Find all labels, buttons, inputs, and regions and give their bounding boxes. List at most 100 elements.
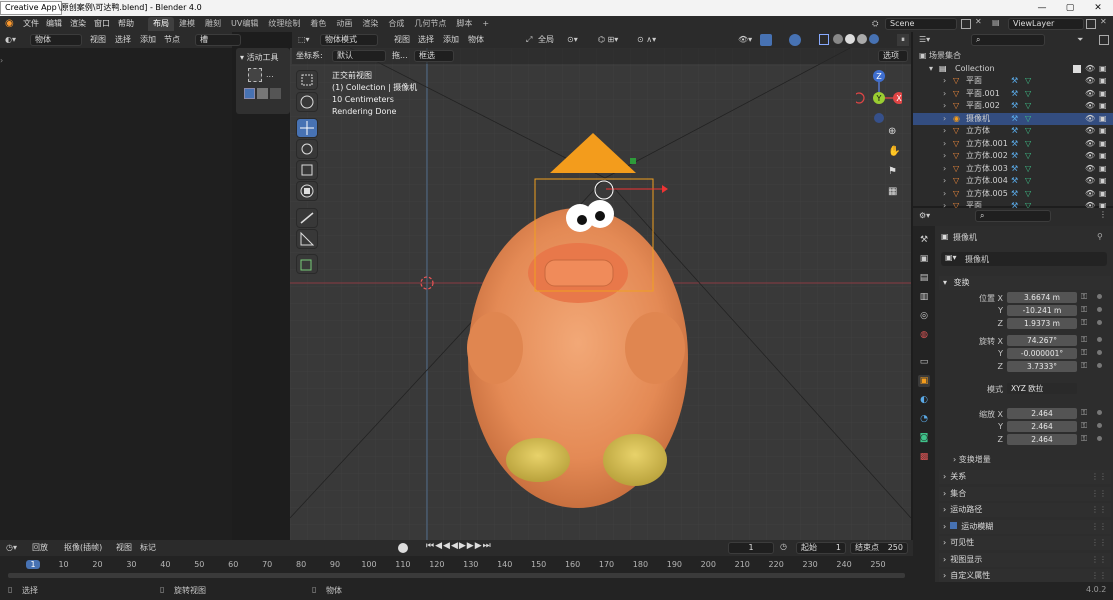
gizmo-toggle-icon[interactable] — [760, 34, 772, 46]
camera-view-icon[interactable]: ⚑ — [888, 166, 904, 182]
select-box-icon[interactable] — [248, 68, 262, 82]
keyframe-dot-icon[interactable] — [1097, 410, 1102, 415]
modifier-wrench-icon[interactable]: ⚒ — [1011, 100, 1018, 113]
timeline-view-menu[interactable]: 视图 — [116, 540, 132, 556]
outliner-row[interactable]: › ▽ 立方体 ⚒ ▽ 👁 ▣ — [913, 125, 1113, 138]
tab-sculpting[interactable]: 雕刻 — [200, 17, 226, 31]
view-layer-tab-icon[interactable]: ▥ — [918, 291, 930, 303]
transform-section-header[interactable]: ▾ 变换 — [939, 276, 1111, 290]
render-camera-icon[interactable]: ▣ — [1099, 63, 1107, 76]
modifier-wrench-icon[interactable]: ⚒ — [1011, 75, 1018, 88]
transform-orientation-select[interactable]: 全局 — [538, 32, 554, 48]
collection-toggle-icon[interactable]: ▾ — [929, 63, 933, 76]
render-camera-icon[interactable]: ▣ — [1099, 113, 1107, 126]
drag-handle-icon[interactable]: ⋮⋮ — [1091, 470, 1107, 484]
visibility-eye-icon[interactable]: 👁 — [1085, 113, 1095, 126]
outliner-row[interactable]: › ▽ 立方体.004 ⚒ ▽ 👁 ▣ — [913, 175, 1113, 188]
editor-type-icon[interactable]: ◐▾ — [5, 35, 16, 44]
render-tab-icon[interactable]: ▣ — [918, 253, 930, 265]
filter-icon[interactable]: ⏷ — [1077, 35, 1083, 45]
visibility-eye-icon[interactable]: 👁 — [1085, 100, 1095, 113]
modifier-wrench-icon[interactable]: ⚒ — [1011, 138, 1018, 151]
section-header[interactable]: › 可见性 ⋮⋮ — [939, 536, 1111, 550]
world-tab-icon[interactable]: ◍ — [918, 329, 930, 341]
object-name-label[interactable]: 摄像机 — [953, 232, 977, 243]
collection-tab-icon[interactable]: ▭ — [918, 356, 930, 368]
tool-select-box[interactable] — [296, 70, 318, 90]
location-z-field[interactable]: 1.9373 m — [1007, 318, 1077, 329]
tab-scripting[interactable]: 脚本 — [451, 17, 477, 31]
lock-icon[interactable]: ⚿ — [1081, 318, 1087, 328]
outliner-scene-collection[interactable]: ▣ 场景集合 — [913, 50, 1113, 63]
mesh-data-icon[interactable]: ▽ — [1025, 88, 1031, 101]
vp-menu-object[interactable]: 物体 — [468, 32, 484, 48]
section-header[interactable]: › 运动模糊 ⋮⋮ — [939, 519, 1111, 534]
current-frame-field[interactable]: 1 — [728, 542, 774, 554]
delta-transform-header[interactable]: › 变换增量 — [953, 454, 991, 465]
outliner-row[interactable]: › ▽ 平面 ⚒ ▽ 👁 ▣ — [913, 75, 1113, 88]
blender-logo-icon[interactable]: ◉ — [5, 18, 17, 30]
visibility-eye-icon[interactable]: 👁 — [1085, 75, 1095, 88]
slot-select[interactable]: 槽 — [195, 34, 241, 46]
new-view-layer-icon[interactable] — [1086, 19, 1096, 29]
object-tab-icon[interactable]: ▣ — [918, 375, 930, 387]
lock-icon[interactable]: ⚿ — [1081, 408, 1087, 418]
timeline-area[interactable]: 1 10 20 30 40 50 60 70 80 90 100 110 120 130 140 150 160… — [0, 556, 913, 582]
snap-icon[interactable]: ⌬ ⊞▾ — [598, 35, 618, 44]
tool-rotate[interactable] — [296, 139, 318, 159]
mesh-data-icon[interactable]: ▽ — [1025, 113, 1031, 126]
expand-arrow-icon[interactable]: › — [943, 150, 946, 163]
perspective-grid-icon[interactable]: ▦ — [888, 186, 904, 202]
section-header[interactable]: › 集合 ⋮⋮ — [939, 486, 1111, 501]
location-y-field[interactable]: -10.241 m — [1007, 305, 1077, 316]
keyframe-dot-icon[interactable] — [1097, 363, 1102, 368]
render-camera-icon[interactable]: ▣ — [1099, 75, 1107, 88]
scale-y-field[interactable]: 2.464 — [1007, 421, 1077, 432]
mesh-data-icon[interactable]: ▽ — [1025, 125, 1031, 138]
rotation-z-field[interactable]: 3.7333° — [1007, 361, 1077, 372]
coord-system-select[interactable]: 默认 — [332, 50, 386, 62]
pan-hand-icon[interactable]: ✋ — [888, 146, 904, 162]
tool-options-dots[interactable]: ... — [266, 70, 274, 79]
zoom-icon[interactable]: ⊕ — [888, 126, 904, 142]
rotation-mode-select[interactable]: XYZ 欧拉 — [1007, 383, 1077, 394]
keying-menu[interactable]: 抠像(插帧) — [64, 540, 102, 556]
outliner-row[interactable]: › ▽ 立方体.005 ⚒ ▽ 👁 ▣ — [913, 188, 1113, 201]
render-camera-icon[interactable]: ▣ — [1099, 163, 1107, 176]
collection-checkbox[interactable] — [1073, 64, 1081, 73]
visibility-eye-icon[interactable]: 👁 — [1085, 138, 1095, 151]
current-frame-marker[interactable]: 1 — [26, 560, 40, 569]
mode-extend-icon[interactable] — [257, 88, 268, 99]
lock-icon[interactable]: ⚿ — [1081, 348, 1087, 358]
render-camera-icon[interactable]: ▣ — [1099, 125, 1107, 138]
new-scene-icon[interactable] — [961, 19, 971, 29]
scene-tab-icon[interactable]: ◎ — [918, 310, 930, 322]
outliner-row[interactable]: › ▽ 平面.002 ⚒ ▽ 👁 ▣ — [913, 100, 1113, 113]
drag-handle-icon[interactable]: ⋮⋮ — [1091, 553, 1107, 567]
mesh-data-icon[interactable]: ▽ — [1025, 100, 1031, 113]
visibility-icon[interactable]: 👁▾ — [738, 35, 752, 44]
expand-arrow-icon[interactable]: › — [943, 88, 946, 101]
rendered-shading-icon[interactable] — [869, 34, 879, 44]
section-header[interactable]: › 自定义属性 ⋮⋮ — [939, 569, 1111, 583]
playback-controls[interactable]: ⏮◀◀◀▶▶▶⏭ — [426, 541, 492, 551]
mesh-data-icon[interactable]: ▽ — [1025, 75, 1031, 88]
close-button[interactable]: ✕ — [1084, 0, 1112, 16]
end-frame-field[interactable]: 结束点 250 — [850, 542, 908, 554]
mesh-data-icon[interactable]: ▽ — [1025, 163, 1031, 176]
keyframe-dot-icon[interactable] — [1097, 337, 1102, 342]
mode-new-icon[interactable] — [244, 88, 255, 99]
new-collection-icon[interactable] — [1099, 35, 1109, 45]
texture-tab-icon[interactable]: ▩ — [918, 451, 930, 463]
tab-uv-editing[interactable]: UV编辑 — [226, 17, 263, 31]
vp-menu-select[interactable]: 选择 — [418, 32, 434, 48]
shading-mode-icons[interactable] — [833, 34, 879, 44]
menu-help[interactable]: 帮助 — [118, 16, 134, 32]
outliner-row[interactable]: › ◉ 摄像机 ⚒ ▽ 👁 ▣ — [913, 112, 1113, 126]
object-mode-select[interactable]: 物体模式 — [320, 34, 378, 46]
outliner-row[interactable]: › ▽ 立方体.003 ⚒ ▽ 👁 ▣ — [913, 163, 1113, 176]
physics-tab-icon[interactable]: ◐ — [918, 394, 930, 406]
visibility-eye-icon[interactable]: 👁 — [1085, 188, 1095, 201]
sidebar-toggle-icon[interactable]: ⏸ — [897, 34, 909, 46]
tool-cursor[interactable] — [296, 92, 318, 112]
